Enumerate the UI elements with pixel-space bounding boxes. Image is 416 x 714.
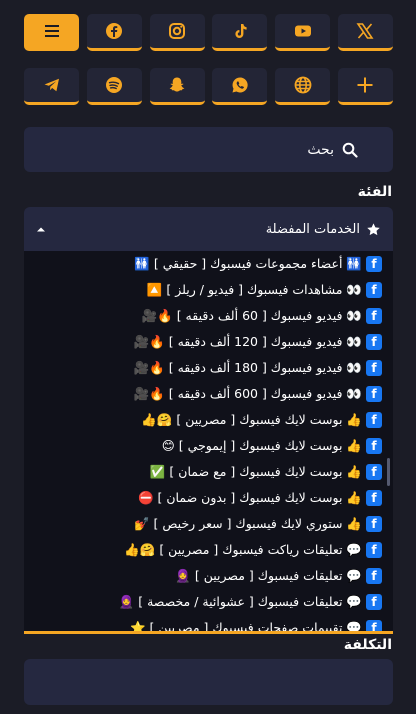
whatsapp-icon (232, 77, 248, 93)
service-option-label: 💬 تعليقات فيسبوك [ عشوائية / مخصصة ] 🧕 (118, 594, 362, 609)
service-option[interactable]: f 💬 تعليقات فيسبوك [ عشوائية / مخصصة ] 🧕 (24, 589, 393, 615)
facebook-icon: f (366, 438, 382, 454)
caret-up-icon (37, 227, 45, 232)
telegram-button[interactable] (24, 68, 79, 105)
facebook-icon: f (366, 594, 382, 610)
search-icon (342, 142, 358, 158)
scrollbar-thumb[interactable] (387, 458, 390, 486)
facebook-icon: f (366, 360, 382, 376)
more-button[interactable] (337, 68, 393, 105)
service-option-label: 👍 بوست لايك فيسبوك [ بدون ضمان ] ⛔ (137, 490, 362, 505)
service-option[interactable]: f 👍 بوست لايك فيسبوك [ بدون ضمان ] ⛔ (24, 485, 393, 511)
facebook-icon: f (366, 568, 382, 584)
telegram-icon (44, 78, 59, 92)
service-option[interactable]: f 👍 ستوري لايك فيسبوك [ سعر رخيص ] 💅 (24, 511, 393, 537)
search-bar[interactable] (24, 127, 393, 172)
instagram-button[interactable] (149, 14, 205, 51)
service-option[interactable]: f 💬 تعليقات رياكت فيسبوك [ مصريين ] 🤗👍 (24, 537, 393, 563)
instagram-icon (169, 23, 186, 39)
service-option[interactable]: f 🚻 أعضاء مجموعات فيسبوك [ حقيقي ] 🚻 (24, 251, 393, 277)
service-option[interactable]: f 💬 تعليقات فيسبوك [ مصريين ] 🧕 (24, 563, 393, 589)
tiktok-icon (235, 24, 247, 38)
x-twitter-icon (356, 23, 374, 39)
facebook-icon: f (366, 620, 382, 631)
service-option-label: 👍 ستوري لايك فيسبوك [ سعر رخيص ] 💅 (133, 516, 362, 531)
service-option-label: 👀 فيديو فيسبوك [ 600 ألف دقيقه ] 🔥🎥 (133, 386, 362, 401)
service-option-label: 💬 تعليقات فيسبوك [ مصريين ] 🧕 (175, 568, 362, 583)
facebook-icon: f (366, 542, 382, 558)
facebook-icon: f (366, 256, 382, 272)
service-option-label: 👀 مشاهدات فيسبوك [ فيديو / ريلز ] 🔼 (146, 282, 362, 297)
service-option-label: 👍 بوست لايك فيسبوك [ إيموجي ] 😊 (161, 438, 362, 453)
snapchat-icon (169, 77, 185, 92)
category-dropdown[interactable]: الخدمات المفضلة (24, 207, 393, 251)
service-option-label: 👀 فيديو فيسبوك [ 120 ألف دقيقه ] 🔥🎥 (133, 334, 362, 349)
service-option[interactable]: f 👀 فيديو فيسبوك [ 600 ألف دقيقه ] 🔥🎥 (24, 381, 393, 407)
service-option-label: 👀 فيديو فيسبوك [ 60 ألف دقيقه ] 🔥🎥 (141, 308, 362, 323)
service-option[interactable]: f 👀 فيديو فيسبوك [ 180 ألف دقيقه ] 🔥🎥 (24, 355, 393, 381)
facebook-icon: f (366, 386, 382, 402)
social-platform-grid (24, 14, 393, 105)
service-option-label: 🚻 أعضاء مجموعات فيسبوك [ حقيقي ] 🚻 (134, 256, 362, 271)
service-options-list[interactable]: f 🚻 أعضاء مجموعات فيسبوك [ حقيقي ] 🚻 f 👀 مش… (24, 251, 393, 634)
service-option[interactable]: f 💬 تقييمات صفحات فيسبوك [ مصريين ] ⭐ (24, 615, 393, 634)
facebook-icon: f (366, 334, 382, 350)
whatsapp-button[interactable] (212, 68, 268, 105)
facebook-icon: f (366, 490, 382, 506)
facebook-icon: f (366, 282, 382, 298)
x-twitter-button[interactable] (337, 14, 393, 51)
cost-label: التكلفة (343, 637, 392, 653)
service-option-label: 👀 فيديو فيسبوك [ 180 ألف دقيقه ] 🔥🎥 (133, 360, 362, 375)
facebook-button[interactable] (86, 14, 142, 51)
category-label: الفئة (357, 184, 392, 200)
cost-field (24, 659, 393, 705)
service-option[interactable]: f 👍 بوست لايك فيسبوك [ مصريين ] 🤗👍 (24, 407, 393, 433)
spotify-icon (106, 77, 123, 93)
service-option-label: 💬 تقييمات صفحات فيسبوك [ مصريين ] ⭐ (129, 620, 362, 634)
tiktok-button[interactable] (212, 14, 268, 51)
service-option-label: 👍 بوست لايك فيسبوك [ مع ضمان ] ✅ (149, 464, 362, 479)
facebook-icon: f (366, 464, 382, 480)
facebook-icon: f (366, 412, 382, 428)
service-option[interactable]: f 👀 مشاهدات فيسبوك [ فيديو / ريلز ] 🔼 (24, 277, 393, 303)
youtube-button[interactable] (275, 14, 331, 51)
star-icon (367, 222, 380, 235)
website-button[interactable] (275, 68, 331, 105)
service-option[interactable]: f 👍 بوست لايك فيسبوك [ إيموجي ] 😊 (24, 433, 393, 459)
category-selected: الخدمات المفضلة (266, 222, 381, 237)
service-option[interactable]: f 👍 بوست لايك فيسبوك [ مع ضمان ] ✅ (24, 459, 393, 485)
plus-icon (357, 77, 373, 93)
facebook-icon: f (366, 516, 382, 532)
menu-button[interactable] (24, 14, 79, 51)
facebook-icon (106, 23, 123, 39)
service-option-label: 👍 بوست لايك فيسبوك [ مصريين ] 🤗👍 (141, 412, 362, 427)
spotify-button[interactable] (86, 68, 142, 105)
service-option[interactable]: f 👀 فيديو فيسبوك [ 60 ألف دقيقه ] 🔥🎥 (24, 303, 393, 329)
snapchat-button[interactable] (149, 68, 205, 105)
menu-icon (44, 25, 59, 37)
service-option[interactable]: f 👀 فيديو فيسبوك [ 120 ألف دقيقه ] 🔥🎥 (24, 329, 393, 355)
facebook-icon: f (366, 308, 382, 324)
search-input[interactable] (24, 141, 334, 158)
service-option-label: 💬 تعليقات رياكت فيسبوك [ مصريين ] 🤗👍 (124, 542, 362, 557)
youtube-icon (294, 25, 311, 37)
globe-icon (294, 76, 312, 94)
category-selected-label: الخدمات المفضلة (265, 221, 360, 237)
